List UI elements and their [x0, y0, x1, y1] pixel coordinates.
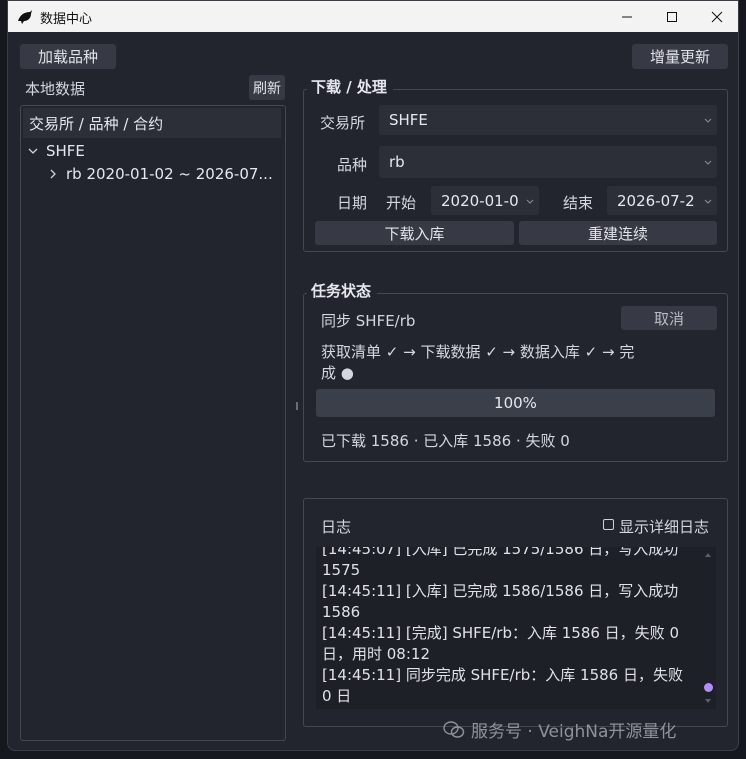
- download-import-button[interactable]: 下载入库: [315, 221, 514, 245]
- tree-item-symbol[interactable]: rb 2020-01-02 ~ 2026-07...: [48, 165, 273, 183]
- dropdown-arrow-icon: [704, 199, 712, 204]
- task-stats-label: 已下载 1586 · 已入库 1586 · 失败 0: [321, 432, 570, 450]
- log-scrollbar[interactable]: [703, 551, 713, 705]
- start-date-input[interactable]: 2020-01-0: [431, 186, 539, 215]
- local-data-title: 本地数据: [25, 80, 86, 98]
- tree-column-header[interactable]: 交易所 / 品种 / 合约: [23, 108, 281, 138]
- load-symbols-button[interactable]: 加载品种: [20, 44, 116, 69]
- log-line: [14:45:11] [入库] 已完成 1586/1586 日，写入成功: [322, 582, 679, 600]
- app-logo-icon: [18, 10, 32, 24]
- log-line: 1575: [322, 561, 361, 579]
- task-steps-line-2: 成 ●: [321, 364, 354, 382]
- start-date-value: 2020-01-0: [441, 191, 519, 210]
- chevron-down-icon: [28, 148, 38, 154]
- scroll-up-arrow-icon[interactable]: [704, 551, 712, 559]
- tree-item-exchange[interactable]: SHFE: [28, 142, 85, 160]
- start-date-label: 开始: [386, 194, 417, 212]
- date-label: 日期: [337, 194, 368, 212]
- exchange-select-value: SHFE: [389, 111, 428, 129]
- log-lines: [14:45:07] [入库] 已完成 1575/1586 日，写入成功 1575…: [322, 547, 692, 707]
- symbol-field-label: 品种: [337, 156, 368, 174]
- cancel-button[interactable]: 取消: [621, 306, 717, 330]
- wechat-icon: [443, 720, 465, 738]
- log-line: [14:45:11] [完成] SHFE/rb：入库 1586 日，失败 0: [322, 624, 679, 642]
- log-panel: 日志 显示详细日志 [14:45:07] [入库] 已完成 1575/1586 …: [303, 498, 728, 727]
- task-status-group: 同步 SHFE/rb 取消 获取清单 ✓ → 下载数据 ✓ → 数据入库 ✓ →…: [303, 293, 728, 462]
- log-text-area[interactable]: [14:45:07] [入库] 已完成 1575/1586 日，写入成功 1575…: [316, 547, 716, 709]
- minimize-icon: [622, 16, 632, 17]
- window-title: 数据中心: [40, 12, 93, 27]
- download-group: 交易所 SHFE 品种 rb 日期 开始 2020-01-0 结束 2026-0…: [303, 89, 728, 252]
- close-icon: [711, 11, 723, 22]
- chevron-right-icon: [50, 169, 56, 179]
- symbol-select-value: rb: [389, 153, 405, 171]
- log-title: 日志: [321, 518, 352, 536]
- local-data-tree[interactable]: 交易所 / 品种 / 合约 SHFE rb 2020-01-02 ~ 2026-…: [20, 105, 286, 741]
- watermark-text: 服务号 · VeighNa开源量化: [471, 722, 677, 742]
- scroll-down-arrow-icon[interactable]: [704, 697, 712, 705]
- log-line: 日，用时 08:12: [322, 645, 430, 663]
- title-bar[interactable]: 数据中心: [8, 1, 738, 32]
- log-line: 1586: [322, 603, 361, 621]
- dropdown-arrow-icon: [704, 118, 712, 123]
- download-group-title: 下载 / 处理: [307, 76, 393, 97]
- close-button[interactable]: [694, 1, 738, 32]
- progress-bar: 100%: [316, 389, 715, 417]
- exchange-select[interactable]: SHFE: [379, 105, 717, 135]
- rebuild-continuous-button[interactable]: 重建连续: [519, 221, 717, 245]
- end-date-label: 结束: [563, 194, 594, 212]
- refresh-button[interactable]: 刷新: [249, 75, 285, 100]
- data-center-window: 数据中心 加载品种 增量更新 本地数据 刷新 交易所 / 品种 / 合约 SHF…: [7, 0, 739, 751]
- maximize-button[interactable]: [649, 1, 695, 32]
- sync-status-label: 同步 SHFE/rb: [321, 312, 416, 330]
- show-detail-log-label[interactable]: 显示详细日志: [619, 516, 709, 537]
- watermark: 服务号 · VeighNa开源量化: [443, 717, 676, 742]
- dropdown-arrow-icon: [526, 199, 534, 204]
- log-line: [14:45:07] [入库] 已完成 1575/1586 日，写入成功: [322, 547, 679, 558]
- log-line: 0 日: [322, 687, 352, 705]
- task-steps-line-1: 获取清单 ✓ → 下载数据 ✓ → 数据入库 ✓ → 完: [321, 343, 635, 361]
- maximize-icon: [667, 11, 677, 22]
- end-date-value: 2026-07-2: [617, 191, 695, 210]
- minimize-button[interactable]: [604, 1, 650, 32]
- splitter-handle[interactable]: [296, 402, 298, 410]
- log-line: [14:45:11] 同步完成 SHFE/rb：入库 1586 日，失败: [322, 666, 683, 684]
- show-detail-log-checkbox[interactable]: [603, 519, 614, 530]
- progress-text: 100%: [494, 394, 537, 412]
- task-status-title: 任务状态: [307, 280, 378, 301]
- exchange-field-label: 交易所: [320, 114, 366, 132]
- dropdown-arrow-icon: [704, 160, 712, 165]
- end-date-input[interactable]: 2026-07-2: [607, 186, 717, 215]
- symbol-select[interactable]: rb: [379, 146, 717, 178]
- exchange-label: SHFE: [46, 142, 85, 160]
- incremental-update-button[interactable]: 增量更新: [632, 44, 728, 69]
- scroll-thumb[interactable]: [704, 683, 713, 692]
- symbol-range-label: rb 2020-01-02 ~ 2026-07...: [66, 165, 273, 183]
